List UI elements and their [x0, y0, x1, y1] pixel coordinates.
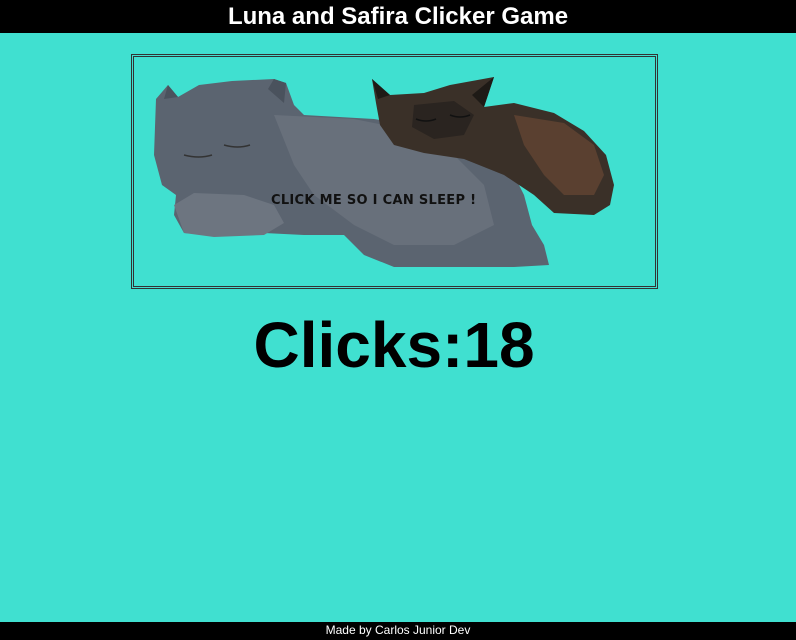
click-counter: Clicks:18 — [253, 309, 535, 381]
page-footer: Made by Carlos Junior Dev — [0, 622, 796, 640]
page-title: Luna and Safira Clicker Game — [227, 3, 569, 30]
page-header: Luna and Safira Clicker Game — [0, 0, 796, 33]
cat-caption: CLICK ME SO I CAN SLEEP ! — [271, 193, 477, 208]
footer-credit: Made by Carlos Junior Dev — [325, 623, 471, 637]
sleeping-cats-image — [154, 77, 614, 267]
cat-clicker-button[interactable]: CLICK ME SO I CAN SLEEP ! — [131, 54, 658, 289]
